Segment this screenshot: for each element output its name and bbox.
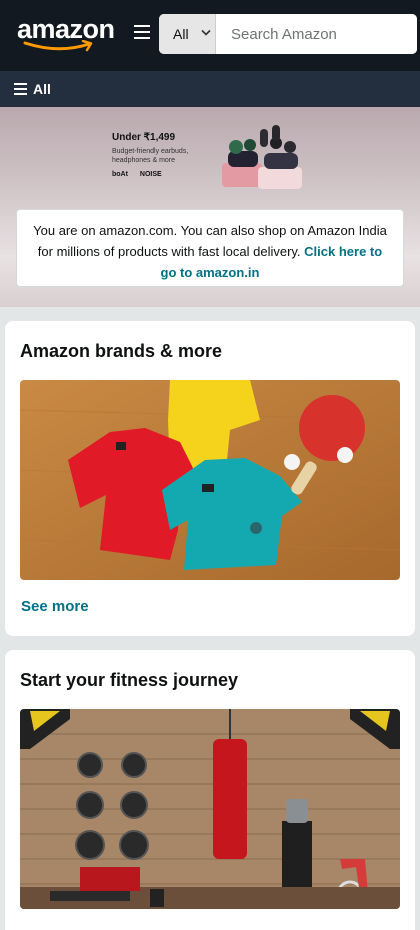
amazon-logo[interactable]: amazon: [17, 14, 115, 54]
fitness-card: Start your fitness journey: [5, 650, 415, 930]
promo-subtitle: Budget-friendly earbuds, headphones & mo…: [112, 148, 189, 164]
chevron-down-icon: [201, 29, 211, 36]
search-category-select[interactable]: All: [159, 14, 216, 54]
tshirts-image: [20, 380, 400, 580]
search-bar: All: [159, 14, 417, 54]
hero-banner[interactable]: Under ₹1,499 Budget-friendly earbuds, he…: [0, 107, 420, 307]
fitness-card-image[interactable]: [20, 709, 400, 909]
promo-title: Under ₹1,499: [112, 132, 176, 143]
logo-smile-icon: [23, 40, 93, 52]
see-more-link[interactable]: See more: [21, 598, 89, 615]
top-header: amazon All: [0, 0, 420, 71]
card-title: Start your fitness journey: [20, 670, 239, 690]
all-menu-button[interactable]: All: [14, 81, 51, 97]
menu-icon: [14, 83, 27, 95]
promo-brands: boAt NOISE: [112, 171, 162, 178]
card-title: Amazon brands & more: [20, 341, 223, 361]
all-menu-label: All: [33, 81, 51, 97]
search-input[interactable]: [216, 14, 417, 54]
menu-icon[interactable]: [134, 25, 150, 41]
search-category-label: All: [173, 26, 189, 42]
home-gym-image: [20, 709, 400, 909]
brand-noise: NOISE: [139, 171, 162, 178]
brand-boat: boAt: [112, 171, 128, 178]
nav-bar: All: [0, 71, 420, 107]
brands-card-image[interactable]: [20, 380, 400, 580]
earbuds-product-image: [222, 125, 302, 189]
brands-card: Amazon brands & more See more: [5, 321, 415, 636]
region-notice: You are on amazon.com. You can also shop…: [16, 209, 404, 287]
